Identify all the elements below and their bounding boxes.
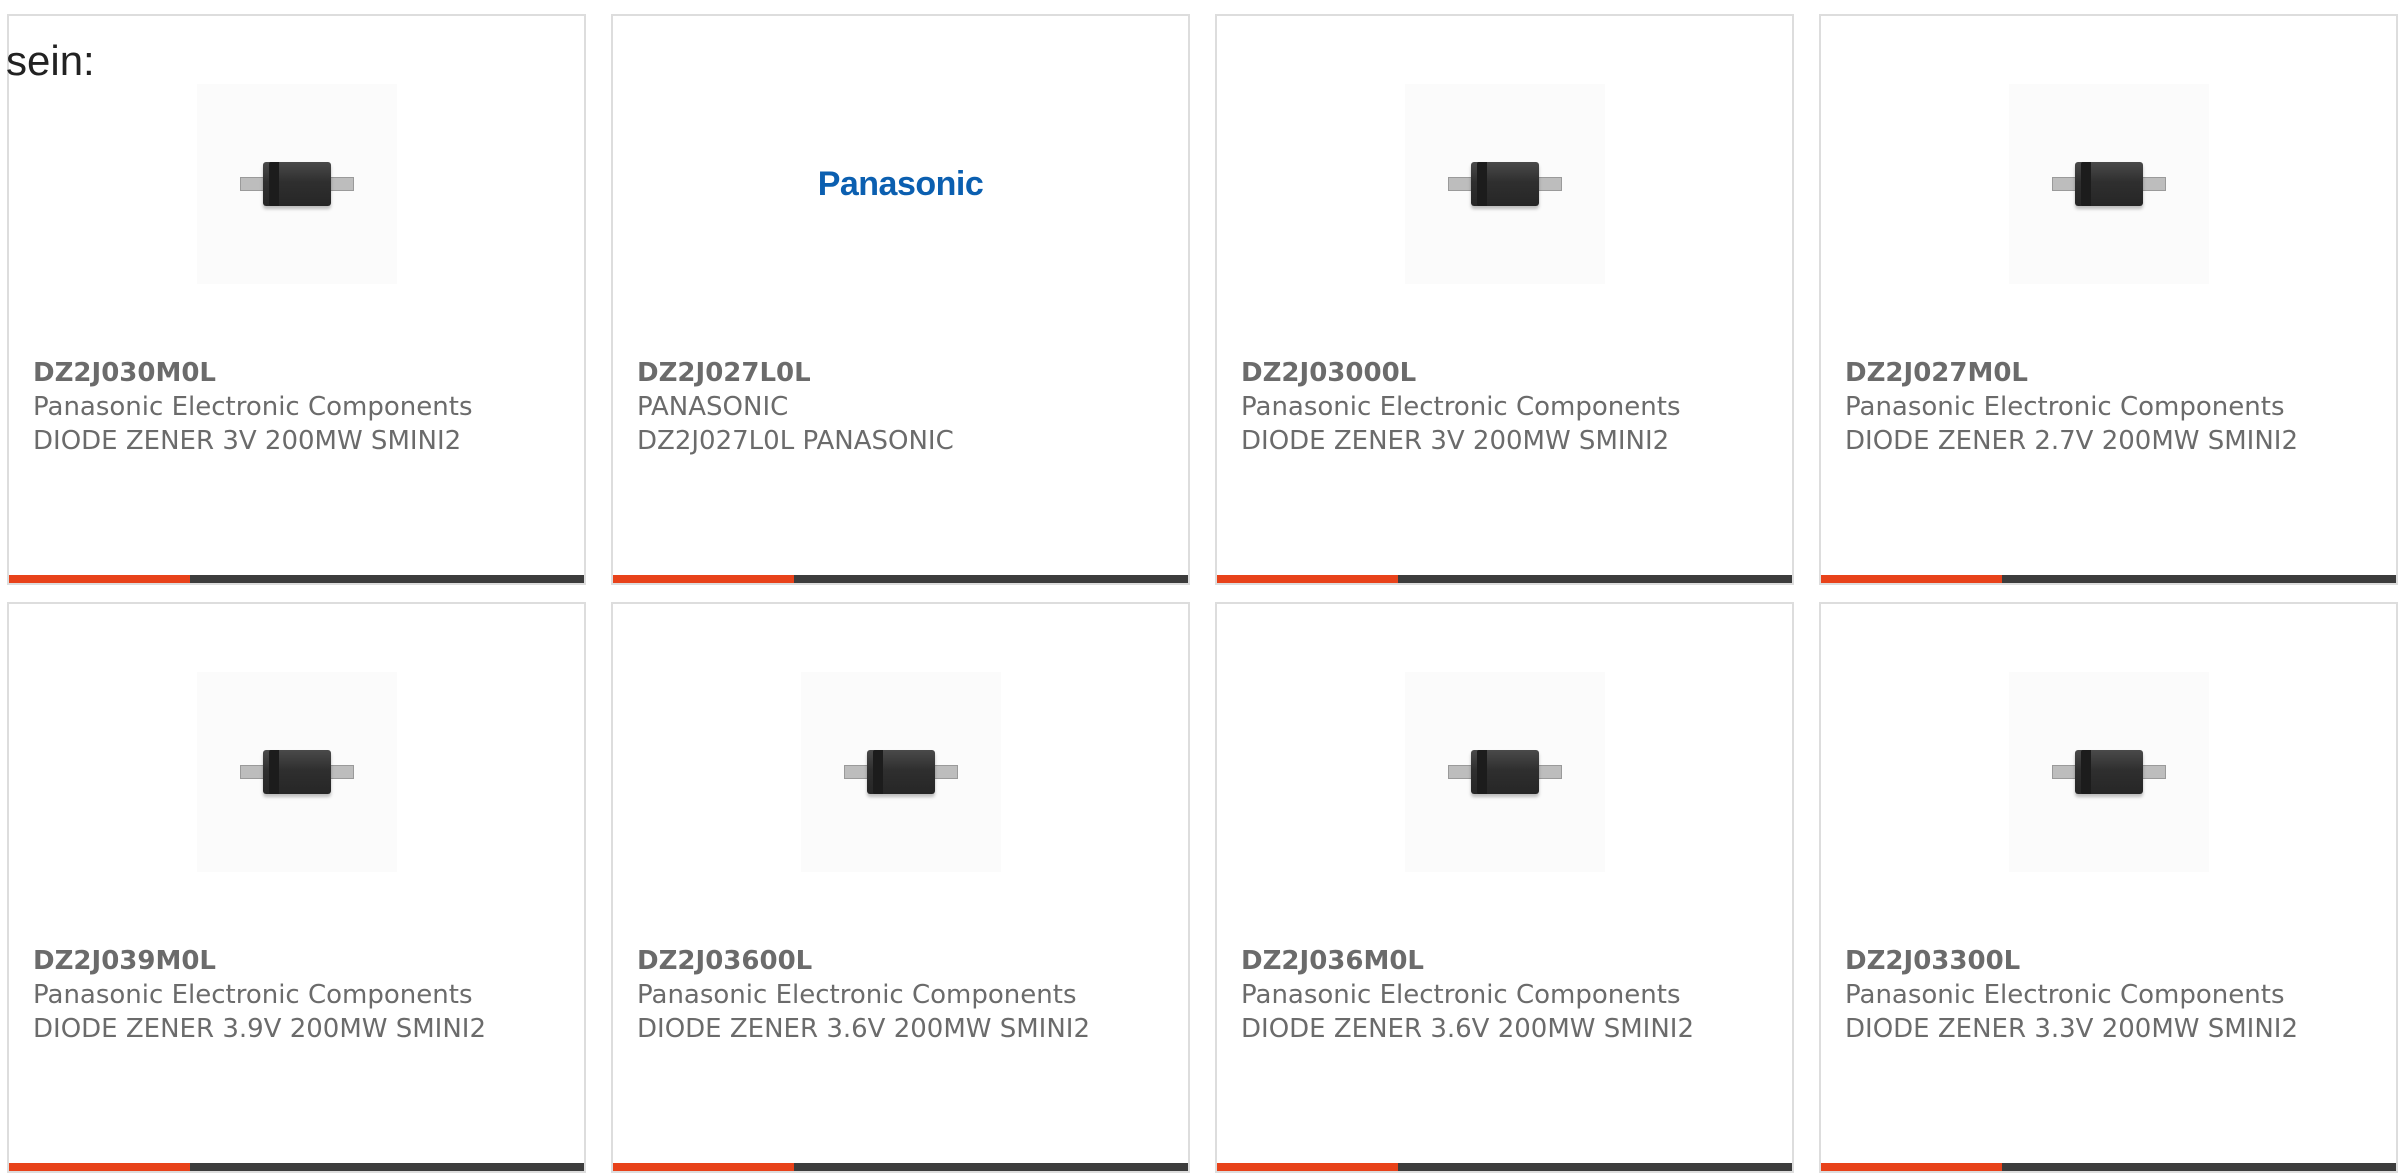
- product-image[interactable]: [2008, 672, 2209, 872]
- manufacturer: PANASONIC: [637, 392, 789, 422]
- product-image[interactable]: [196, 84, 397, 284]
- description: DIODE ZENER 3V 200MW SMINI2: [1241, 426, 1670, 456]
- product-image[interactable]: [800, 672, 1001, 872]
- card-bottom-bar: [1217, 575, 1792, 583]
- intro-text: sein:: [6, 37, 95, 84]
- diode-chip-icon: [1447, 750, 1562, 794]
- description: DIODE ZENER 3.6V 200MW SMINI2: [1241, 1014, 1695, 1044]
- card-accent-bar: [613, 575, 795, 583]
- product-image[interactable]: [196, 672, 397, 872]
- card-accent-bar: [9, 575, 191, 583]
- manufacturer: Panasonic Electronic Components: [1845, 392, 2285, 422]
- part-number[interactable]: DZ2J039M0L: [33, 944, 560, 978]
- card-bottom-bar: [613, 575, 1188, 583]
- manufacturer: Panasonic Electronic Components: [33, 980, 473, 1010]
- description: DIODE ZENER 3V 200MW SMINI2: [33, 426, 462, 456]
- card-bottom-bar: [1821, 575, 2396, 583]
- diode-chip-icon: [2051, 750, 2166, 794]
- product-card[interactable]: DZ2J03600L Panasonic Electronic Componen…: [611, 602, 1190, 1173]
- description: DIODE ZENER 3.3V 200MW SMINI2: [1845, 1014, 2299, 1044]
- card-accent-bar: [1217, 575, 1399, 583]
- part-number[interactable]: DZ2J036M0L: [1241, 944, 1768, 978]
- part-number[interactable]: DZ2J030M0L: [33, 356, 560, 390]
- product-image[interactable]: [2008, 84, 2209, 284]
- card-accent-bar: [1217, 1163, 1399, 1171]
- product-card[interactable]: DZ2J03000L Panasonic Electronic Componen…: [1215, 14, 1794, 585]
- product-card[interactable]: DZ2J030M0L Panasonic Electronic Componen…: [7, 14, 586, 585]
- manufacturer: Panasonic Electronic Components: [33, 392, 473, 422]
- diode-chip-icon: [239, 162, 354, 206]
- description: DIODE ZENER 2.7V 200MW SMINI2: [1845, 426, 2299, 456]
- product-image[interactable]: [1404, 672, 1605, 872]
- description: DIODE ZENER 3.9V 200MW SMINI2: [33, 1014, 487, 1044]
- part-number[interactable]: DZ2J027M0L: [1845, 356, 2372, 390]
- diode-chip-icon: [843, 750, 958, 794]
- description: DZ2J027L0L PANASONIC: [637, 426, 954, 456]
- card-bottom-bar: [613, 1163, 1188, 1171]
- product-card[interactable]: DZ2J036M0L Panasonic Electronic Componen…: [1215, 602, 1794, 1173]
- part-number[interactable]: DZ2J03300L: [1845, 944, 2372, 978]
- product-grid: DZ2J030M0L Panasonic Electronic Componen…: [7, 14, 2398, 1173]
- product-image[interactable]: [1404, 84, 1605, 284]
- product-card[interactable]: DZ2J039M0L Panasonic Electronic Componen…: [7, 602, 586, 1173]
- card-bottom-bar: [1217, 1163, 1792, 1171]
- diode-chip-icon: [1447, 162, 1562, 206]
- manufacturer: Panasonic Electronic Components: [637, 980, 1077, 1010]
- product-image[interactable]: Panasonic: [800, 84, 1001, 284]
- card-bottom-bar: [9, 1163, 584, 1171]
- panasonic-logo: Panasonic: [817, 164, 984, 203]
- part-number[interactable]: DZ2J03600L: [637, 944, 1164, 978]
- product-card[interactable]: Panasonic DZ2J027L0L PANASONIC DZ2J027L0…: [611, 14, 1190, 585]
- manufacturer: Panasonic Electronic Components: [1845, 980, 2285, 1010]
- card-accent-bar: [1821, 1163, 2003, 1171]
- card-bottom-bar: [1821, 1163, 2396, 1171]
- part-number[interactable]: DZ2J03000L: [1241, 356, 1768, 390]
- card-accent-bar: [9, 1163, 191, 1171]
- product-card[interactable]: DZ2J03300L Panasonic Electronic Componen…: [1819, 602, 2398, 1173]
- product-card[interactable]: DZ2J027M0L Panasonic Electronic Componen…: [1819, 14, 2398, 585]
- manufacturer: Panasonic Electronic Components: [1241, 980, 1681, 1010]
- diode-chip-icon: [239, 750, 354, 794]
- part-number[interactable]: DZ2J027L0L: [637, 356, 1164, 390]
- manufacturer: Panasonic Electronic Components: [1241, 392, 1681, 422]
- description: DIODE ZENER 3.6V 200MW SMINI2: [637, 1014, 1091, 1044]
- diode-chip-icon: [2051, 162, 2166, 206]
- card-accent-bar: [1821, 575, 2003, 583]
- card-accent-bar: [613, 1163, 795, 1171]
- card-bottom-bar: [9, 575, 584, 583]
